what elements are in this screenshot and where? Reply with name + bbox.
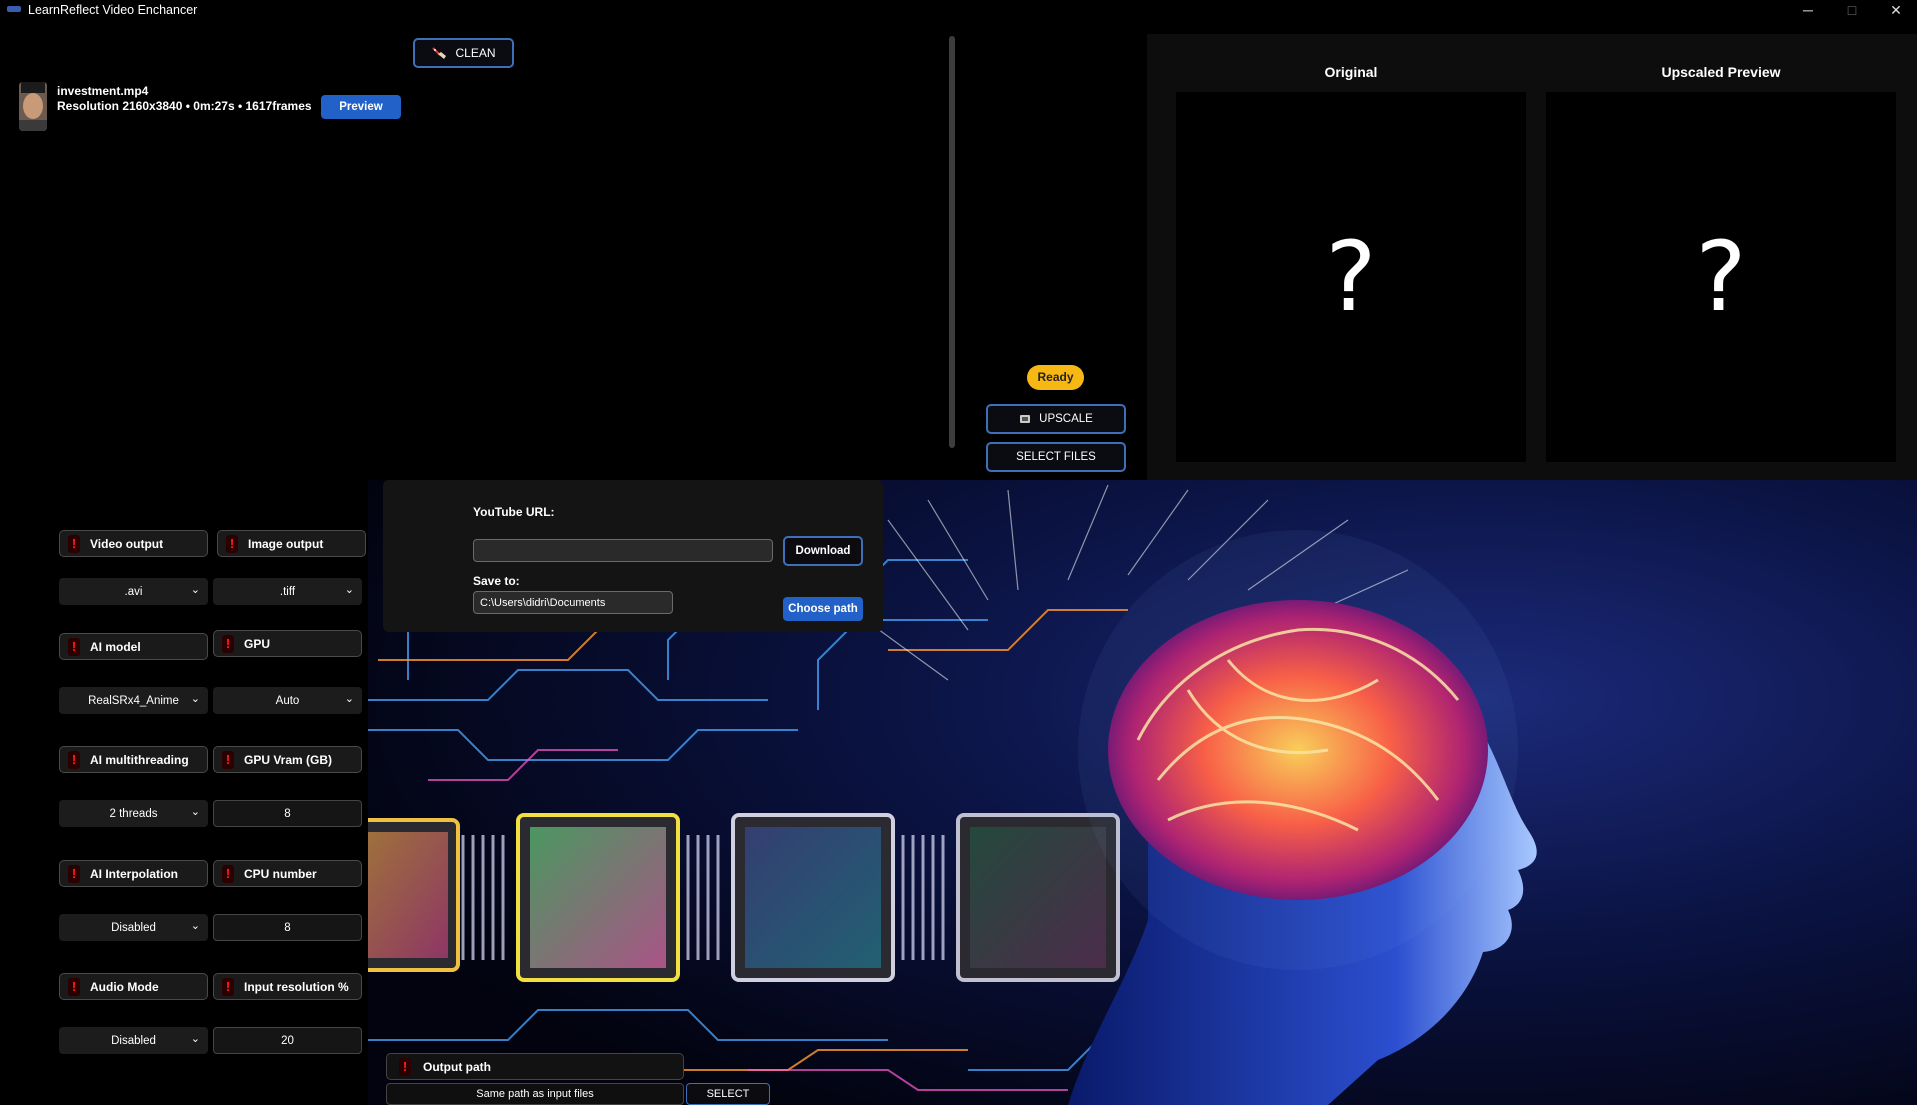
- save-to-input[interactable]: C:\Users\didri\Documents: [473, 591, 673, 614]
- file-thumbnail: [19, 82, 47, 131]
- gpu-vram-input[interactable]: 8: [213, 800, 362, 827]
- gpu-vram-label: ! GPU Vram (GB): [213, 746, 362, 773]
- warning-icon: !: [222, 634, 234, 653]
- save-to-label: Save to:: [473, 574, 520, 588]
- warning-icon: !: [68, 534, 80, 553]
- gpu-label: ! GPU: [213, 630, 362, 657]
- input-resolution-label: ! Input resolution %: [213, 973, 362, 1000]
- video-output-label: ! Video output: [59, 530, 208, 557]
- chevron-down-icon: ⌄: [190, 584, 200, 596]
- warning-icon: !: [68, 637, 80, 656]
- broom-icon: [432, 47, 447, 59]
- upscaled-preview-box: ?: [1546, 92, 1896, 462]
- download-button[interactable]: Download: [783, 536, 863, 566]
- minimize-button[interactable]: ─: [1786, 0, 1830, 20]
- warning-icon: !: [222, 864, 234, 883]
- output-path-select-button[interactable]: SELECT: [686, 1083, 770, 1105]
- clean-button[interactable]: CLEAN: [413, 38, 514, 68]
- app-icon: [7, 6, 21, 12]
- window-title: LearnReflect Video Enchancer: [28, 3, 198, 17]
- image-output-dropdown[interactable]: .tiff ⌄: [213, 578, 362, 605]
- warning-icon: !: [226, 534, 238, 553]
- audio-mode-dropdown[interactable]: Disabled ⌄: [59, 1027, 208, 1054]
- image-output-label: ! Image output: [217, 530, 366, 557]
- ai-interpolation-dropdown[interactable]: Disabled ⌄: [59, 914, 208, 941]
- chevron-down-icon: ⌄: [190, 1033, 200, 1045]
- warning-icon: !: [68, 864, 80, 883]
- cpu-number-label: ! CPU number: [213, 860, 362, 887]
- close-button[interactable]: ✕: [1874, 0, 1917, 20]
- warning-icon: !: [68, 977, 80, 996]
- ai-multithreading-dropdown[interactable]: 2 threads ⌄: [59, 800, 208, 827]
- maximize-button[interactable]: □: [1830, 0, 1874, 20]
- choose-path-button[interactable]: Choose path: [783, 597, 863, 621]
- ai-model-label: ! AI model: [59, 633, 208, 660]
- select-files-button[interactable]: SELECT FILES: [986, 442, 1126, 472]
- ai-model-dropdown[interactable]: RealSRx4_Anime ⌄: [59, 687, 208, 714]
- file-info: Resolution 2160x3840 • 0m:27s • 1617fram…: [57, 99, 312, 113]
- title-bar: [0, 0, 1917, 20]
- cpu-number-input[interactable]: 8: [213, 914, 362, 941]
- ai-interpolation-label: ! AI Interpolation: [59, 860, 208, 887]
- select-files-button-label: SELECT FILES: [1016, 451, 1096, 463]
- status-badge: Ready: [1027, 365, 1084, 390]
- chevron-down-icon: ⌄: [190, 693, 200, 705]
- preview-button[interactable]: Preview: [321, 95, 401, 119]
- audio-mode-label: ! Audio Mode: [59, 973, 208, 1000]
- chevron-down-icon: ⌄: [344, 693, 354, 705]
- upscaled-preview-title: Upscaled Preview: [1661, 64, 1781, 80]
- chevron-down-icon: ⌄: [190, 920, 200, 932]
- chevron-down-icon: ⌄: [190, 806, 200, 818]
- gpu-dropdown[interactable]: Auto ⌄: [213, 687, 362, 714]
- youtube-url-label: YouTube URL:: [473, 505, 555, 519]
- output-path-label: ! Output path: [386, 1053, 684, 1080]
- file-list-scrollbar[interactable]: [949, 36, 955, 448]
- file-name: investment.mp4: [57, 84, 149, 98]
- clean-button-label: CLEAN: [455, 46, 496, 60]
- chip-icon: [1020, 415, 1031, 423]
- warning-icon: !: [68, 750, 80, 769]
- original-title: Original: [1324, 64, 1378, 80]
- youtube-url-input[interactable]: [473, 539, 773, 562]
- original-preview-box: ?: [1176, 92, 1526, 462]
- video-output-dropdown[interactable]: .avi ⌄: [59, 578, 208, 605]
- warning-icon: !: [399, 1057, 411, 1076]
- input-resolution-input[interactable]: 20: [213, 1027, 362, 1054]
- chevron-down-icon: ⌄: [344, 584, 354, 596]
- warning-icon: !: [222, 977, 234, 996]
- upscaled-placeholder: ?: [1695, 221, 1747, 333]
- warning-icon: !: [222, 750, 234, 769]
- upscale-button[interactable]: UPSCALE: [986, 404, 1126, 434]
- output-path-value: Same path as input files: [386, 1083, 684, 1105]
- original-placeholder: ?: [1325, 221, 1377, 333]
- upscale-button-label: UPSCALE: [1039, 413, 1093, 425]
- ai-multithreading-label: ! AI multithreading: [59, 746, 208, 773]
